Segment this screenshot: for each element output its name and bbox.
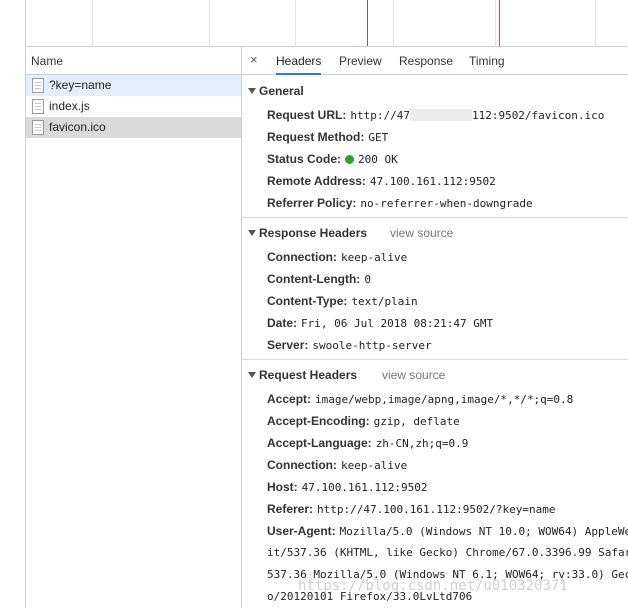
dom-content-loaded-marker: [367, 0, 368, 46]
request-list: ?key=name index.js favicon.ico: [26, 75, 241, 138]
referrer-policy-row: Referrer Policy: no-referrer-when-downgra…: [267, 196, 533, 210]
tab-headers[interactable]: Headers: [276, 47, 322, 75]
accept-language-row: Accept-Language: zh-CN,zh;q=0.9: [267, 436, 468, 450]
tab-preview[interactable]: Preview: [339, 47, 382, 74]
header-value: gzip, deflate: [373, 415, 460, 428]
load-event-marker: [499, 0, 500, 46]
header-key: Accept:: [267, 392, 312, 406]
headers-panel: General Request URL: http://47 112:9502/fa…: [242, 75, 628, 608]
accept-row: Accept: image/webp,image/apng,image/*,*/*…: [267, 392, 573, 406]
redacted-block: [409, 109, 472, 121]
header-value: http://47 112:9502/favicon.ico: [350, 109, 604, 122]
header-key: Content-Length:: [267, 272, 361, 286]
header-value: 47.100.161.112:9502: [369, 175, 496, 188]
header-key: Server:: [267, 338, 309, 352]
status-ok-icon: [345, 155, 355, 164]
header-value: no-referrer-when-downgrade: [360, 197, 533, 210]
header-value: 47.100.161.112:9502: [301, 481, 428, 494]
user-agent-continued: it/537.36 (KHTML, like Gecko) Chrome/67.…: [267, 546, 628, 559]
header-value: zh-CN,zh;q=0.9: [375, 437, 469, 450]
header-key: User-Agent:: [267, 524, 336, 538]
remote-address-row: Remote Address: 47.100.161.112:9502: [267, 174, 496, 188]
timeline-gridline: [393, 0, 394, 46]
name-column-header-label: Name: [31, 54, 64, 68]
request-name: index.js: [49, 99, 90, 113]
triangle-down-icon: [248, 230, 256, 236]
header-value: text/plain: [351, 295, 418, 308]
header-key: Referer:: [267, 502, 314, 516]
header-key: Accept-Encoding:: [267, 414, 370, 428]
close-icon[interactable]: ×: [250, 52, 258, 67]
request-row-key-name[interactable]: ?key=name: [26, 75, 241, 96]
request-url-row: Request URL: http://47 112:9502/favicon.ic…: [267, 108, 604, 122]
general-section-toggle[interactable]: General: [248, 84, 304, 98]
request-row-index-js[interactable]: index.js: [26, 96, 241, 117]
document-icon: [32, 78, 44, 93]
network-timeline[interactable]: [25, 0, 628, 47]
name-column-header[interactable]: Name: [26, 47, 241, 75]
request-row-favicon[interactable]: favicon.ico: [26, 117, 241, 138]
timeline-gridline: [495, 0, 496, 46]
timeline-gridline: [92, 0, 93, 46]
details-tab-bar: × Headers Preview Response Timing: [242, 47, 628, 75]
section-divider: [242, 217, 628, 218]
header-value: image/webp,image/apng,image/*,*/*;q=0.8: [315, 393, 574, 406]
request-name: ?key=name: [49, 78, 112, 92]
header-value: Mozilla/5.0 (Windows NT 10.0; WOW64) App…: [339, 525, 628, 538]
timeline-gridline: [595, 0, 596, 46]
header-key: Referrer Policy:: [267, 196, 357, 210]
request-headers-toggle[interactable]: Request Headers: [248, 368, 357, 382]
request-view-source-link[interactable]: view source: [382, 368, 445, 382]
header-value: 200 OK: [345, 153, 398, 166]
request-name: favicon.ico: [49, 120, 106, 134]
header-value: Fri, 06 Jul 2018 08:21:47 GMT: [301, 317, 494, 330]
header-value: http://47.100.161.112:9502/?key=name: [317, 503, 556, 516]
user-agent-row: User-Agent: Mozilla/5.0 (Windows NT 10.0;…: [267, 524, 628, 538]
server-row: Server: swoole-http-server: [267, 338, 432, 352]
request-headers-title: Request Headers: [259, 368, 358, 382]
request-method-row: Request Method: GET: [267, 130, 388, 144]
tab-response[interactable]: Response: [399, 47, 453, 74]
date-row: Date: Fri, 06 Jul 2018 08:21:47 GMT: [267, 316, 493, 330]
header-value: keep-alive: [341, 459, 408, 472]
header-key: Request Method:: [267, 130, 365, 144]
header-key: Status Code:: [267, 152, 342, 166]
response-headers-title: Response Headers: [259, 226, 368, 240]
tab-timing[interactable]: Timing: [469, 47, 505, 74]
timeline-gridline: [209, 0, 210, 46]
general-title: General: [259, 84, 304, 98]
status-code-row: Status Code: 200 OK: [267, 152, 398, 166]
timeline-gridline: [295, 0, 296, 46]
request-url-suffix: 112:9502/favicon.ico: [471, 109, 605, 122]
header-key: Content-Type:: [267, 294, 348, 308]
header-value: GET: [368, 131, 389, 144]
content-type-row: Content-Type: text/plain: [267, 294, 418, 308]
header-key: Connection:: [267, 250, 337, 264]
request-connection-row: Connection: keep-alive: [267, 458, 407, 472]
request-url-prefix: http://47: [350, 109, 410, 122]
status-code-value: 200 OK: [358, 153, 398, 166]
header-key: Request URL:: [267, 108, 347, 122]
header-value: keep-alive: [341, 251, 408, 264]
content-length-row: Content-Length: 0: [267, 272, 371, 286]
header-key: Date:: [267, 316, 298, 330]
header-value: 0: [364, 273, 371, 286]
watermark: https://blog.csdn.net/u010320371: [298, 578, 568, 594]
accept-encoding-row: Accept-Encoding: gzip, deflate: [267, 414, 460, 428]
response-view-source-link[interactable]: view source: [390, 226, 453, 240]
header-value: swoole-http-server: [312, 339, 432, 352]
response-headers-toggle[interactable]: Response Headers: [248, 226, 367, 240]
header-key: Remote Address:: [267, 174, 366, 188]
host-row: Host: 47.100.161.112:9502: [267, 480, 428, 494]
header-key: Host:: [267, 480, 298, 494]
header-key: Connection:: [267, 458, 337, 472]
triangle-down-icon: [248, 88, 256, 94]
response-connection-row: Connection: keep-alive: [267, 250, 407, 264]
header-key: Accept-Language:: [267, 436, 372, 450]
triangle-down-icon: [248, 372, 256, 378]
referer-row: Referer: http://47.100.161.112:9502/?key=…: [267, 502, 555, 516]
document-icon: [32, 99, 44, 114]
section-divider: [242, 359, 628, 360]
document-icon: [32, 120, 44, 135]
